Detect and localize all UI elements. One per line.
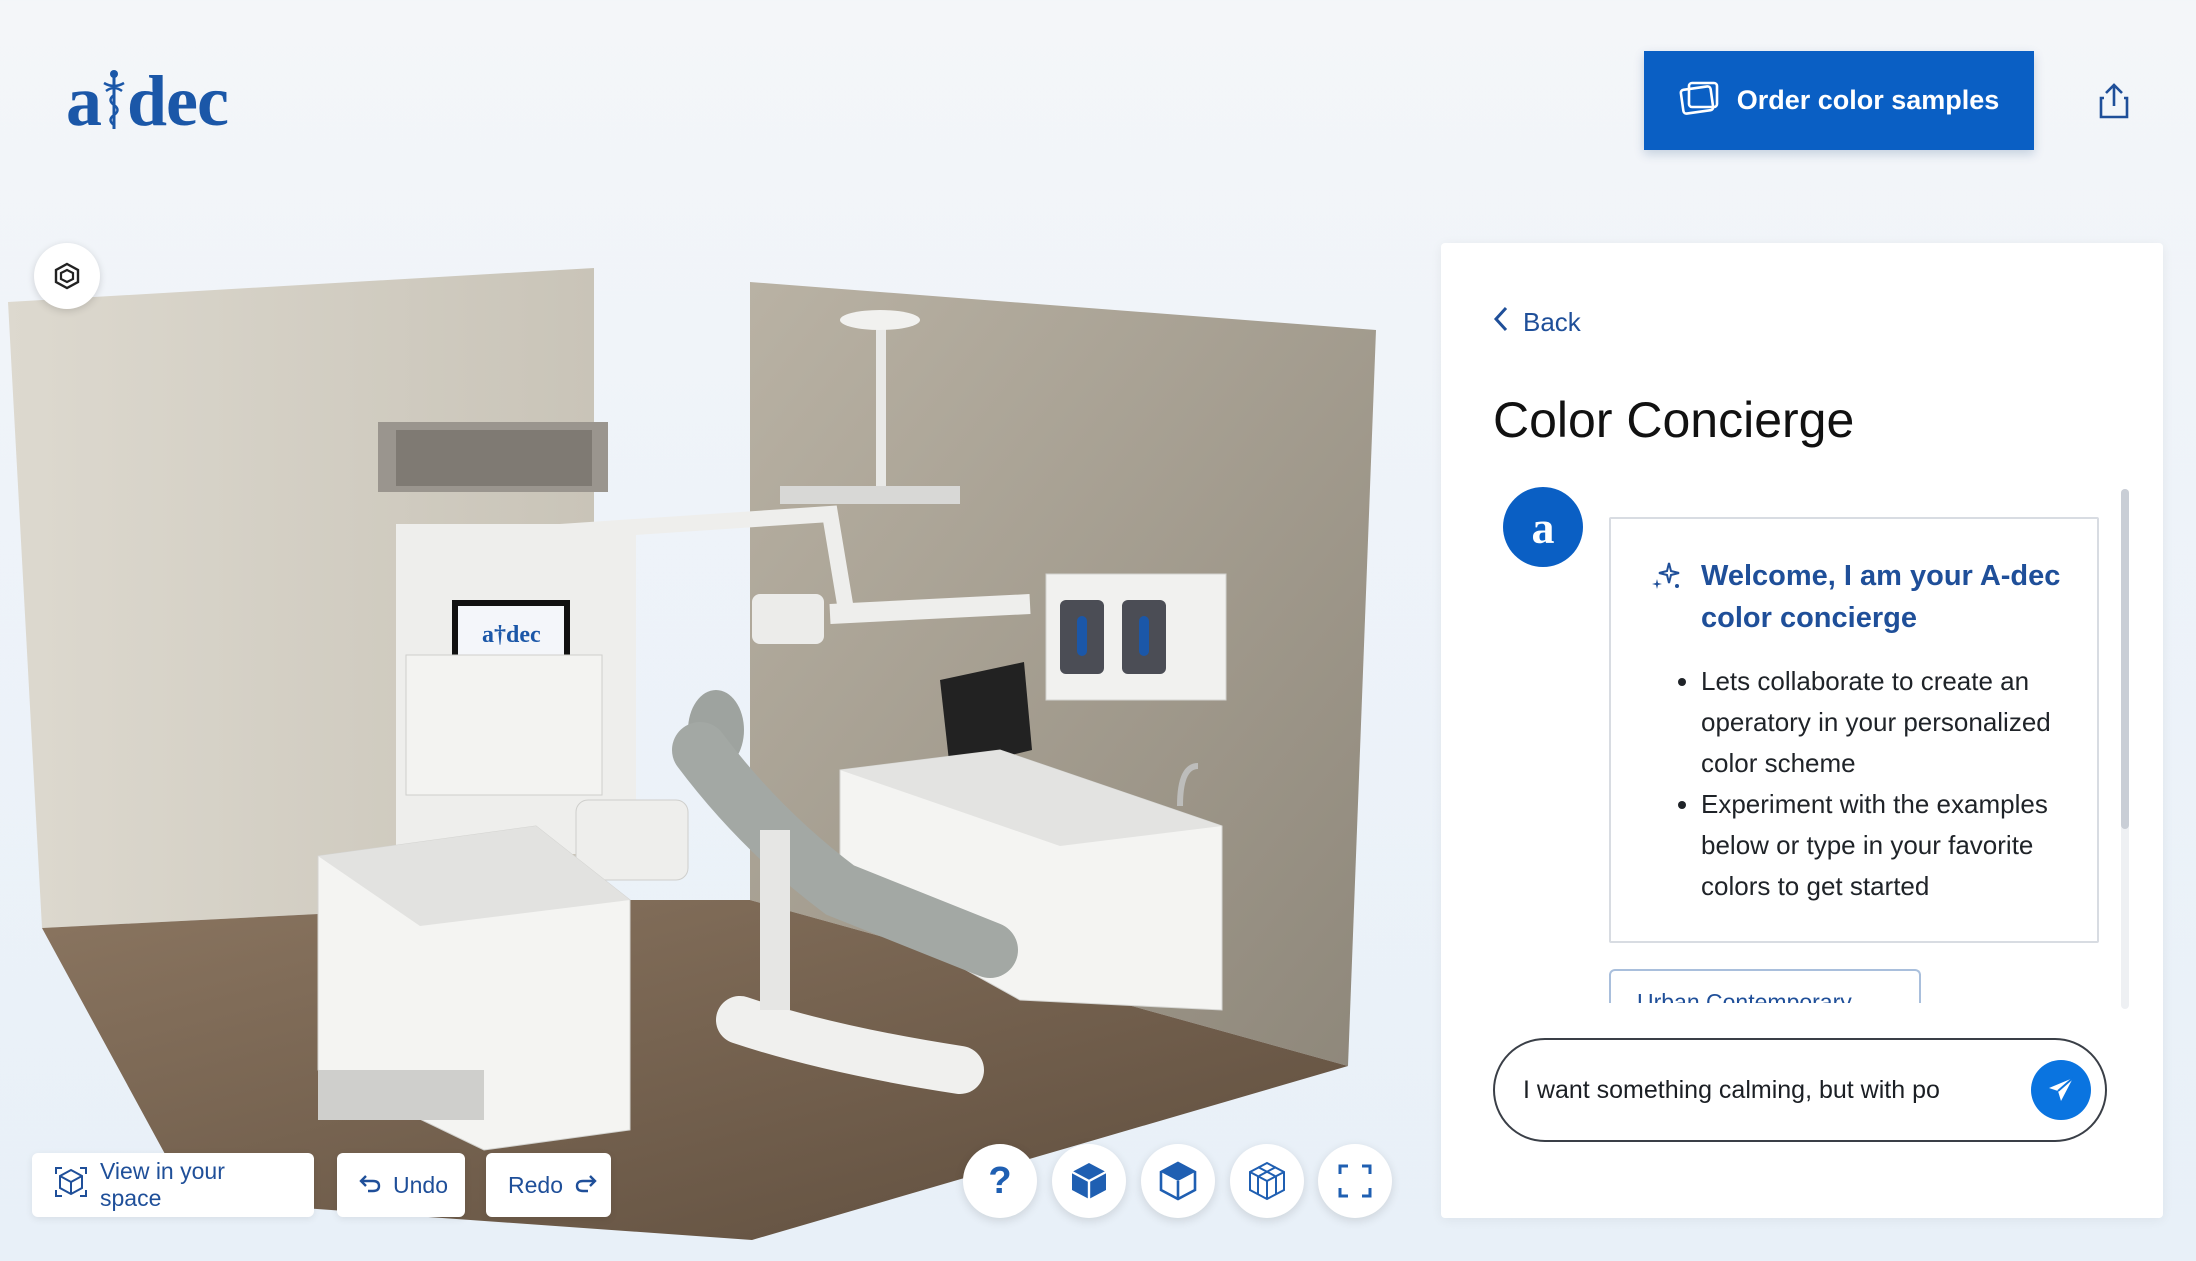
concierge-avatar: a xyxy=(1503,487,1583,567)
ar-cube-icon xyxy=(54,1166,88,1204)
undo-icon xyxy=(359,1172,381,1199)
caduceus-icon xyxy=(103,66,125,129)
swatch-icon xyxy=(1679,79,1721,122)
color-concierge-panel: Back Color Concierge a Welcome, I am you… xyxy=(1441,243,2163,1218)
list-item: Experiment with the examples below or ty… xyxy=(1701,784,2067,907)
chat-input[interactable] xyxy=(1523,1075,2031,1105)
fullscreen-icon[interactable] xyxy=(1318,1144,1392,1218)
page-title: Color Concierge xyxy=(1493,392,1855,448)
redo-label: Redo xyxy=(508,1171,563,1198)
scrollbar-thumb[interactable] xyxy=(2121,489,2129,829)
ar-icon[interactable] xyxy=(34,243,100,309)
chat-input-container xyxy=(1493,1038,2107,1142)
logo-text-left: a xyxy=(66,61,102,141)
view-in-your-space-button[interactable]: View in your space xyxy=(32,1153,314,1217)
suggestion-chip-urban-contemporary[interactable]: Urban Contemporary xyxy=(1609,969,1921,1003)
back-link[interactable]: Back xyxy=(1493,305,1581,340)
view-in-space-label: View in your space xyxy=(100,1158,225,1211)
redo-button[interactable]: Redo xyxy=(486,1153,611,1217)
undo-button[interactable]: Undo xyxy=(337,1153,465,1217)
logo-text-right: dec xyxy=(127,61,229,141)
redo-icon xyxy=(575,1172,597,1199)
3d-operatory-viewport[interactable]: a†dec xyxy=(0,210,1420,1261)
help-icon: ? xyxy=(988,1159,1012,1202)
cube-solid-icon[interactable] xyxy=(1052,1144,1126,1218)
chat-scrollbar[interactable] xyxy=(2121,489,2129,1009)
cube-top-icon[interactable] xyxy=(1141,1144,1215,1218)
adec-logo: a dec xyxy=(66,60,229,143)
help-button[interactable]: ? xyxy=(963,1144,1037,1218)
back-label: Back xyxy=(1523,307,1581,337)
share-icon[interactable] xyxy=(2092,78,2136,124)
welcome-message-card: Welcome, I am your A-dec color concierge… xyxy=(1609,517,2099,943)
monitor-logo: a†dec xyxy=(482,622,541,648)
undo-label: Undo xyxy=(393,1171,448,1198)
chevron-left-icon xyxy=(1493,305,1509,340)
list-item: Lets collaborate to create an operatory … xyxy=(1701,661,2067,784)
order-color-samples-button[interactable]: Order color samples xyxy=(1644,51,2034,150)
order-button-label: Order color samples xyxy=(1736,85,2000,115)
cube-wireframe-icon[interactable] xyxy=(1230,1144,1304,1218)
sparkle-icon xyxy=(1649,559,1683,598)
welcome-title: Welcome, I am your A-dec color concierge xyxy=(1701,560,2061,634)
send-icon[interactable] xyxy=(2031,1060,2091,1120)
welcome-bullets: Lets collaborate to create an operatory … xyxy=(1649,661,2067,907)
